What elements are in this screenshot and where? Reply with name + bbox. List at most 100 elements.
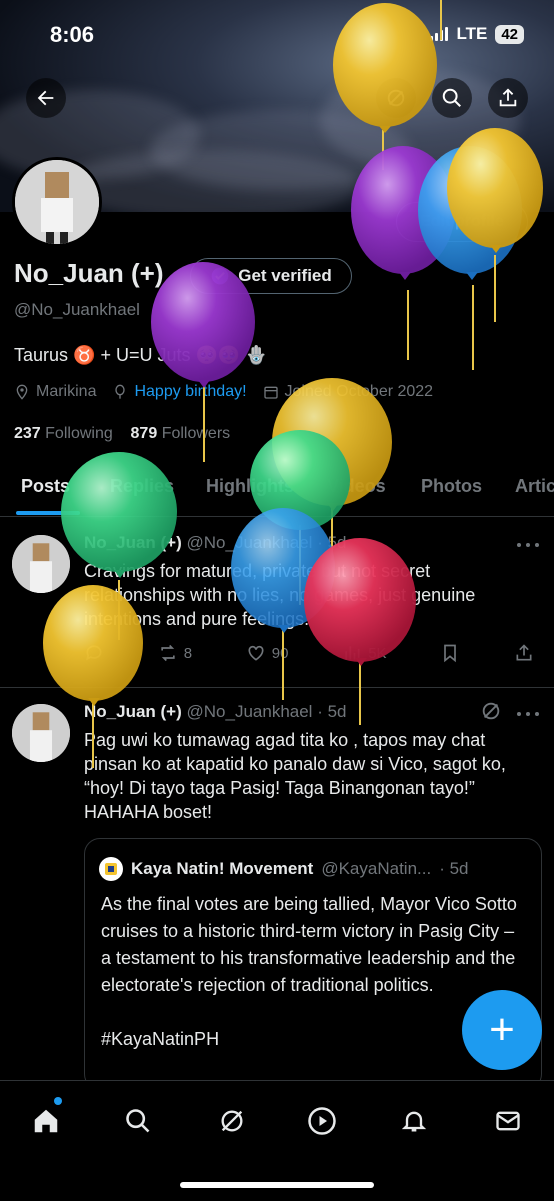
grok-icon[interactable] [480,700,502,722]
reply-icon [86,645,102,661]
profile-handle: @No_Juankhael [14,300,140,319]
compose-post-button[interactable]: + [462,990,542,1070]
nav-video[interactable] [302,1101,342,1141]
search-button[interactable] [432,78,472,118]
post-author-handle: @No_Juankhael [186,533,313,552]
play-icon [308,1107,336,1135]
like-count: 90 [271,644,289,662]
status-bar: 8:06 LTE 42 [0,0,554,70]
edit-profile-button[interactable]: Edit profile [396,202,528,242]
profile-name: No_Juan (+) [14,258,164,288]
more-options-icon[interactable] [516,710,540,718]
get-verified-button[interactable]: Get verified [190,258,352,294]
profile-tabs: Posts Replies Highlights Videos Photos A… [0,464,554,517]
quote-header: Kaya Natin! Movement @KayaNatin... · 5d [99,857,469,881]
post-author-name[interactable]: No_Juan (+) [84,533,182,552]
bell-icon [401,1111,427,1132]
signal-icon [430,27,449,41]
bookmark-icon [444,644,457,663]
arrow-left-icon [37,90,54,106]
post-avatar[interactable] [12,704,70,762]
balloon-icon [115,384,126,399]
avatar-photo [15,160,99,244]
share-icon [516,644,532,661]
get-verified-label: Get verified [238,266,332,285]
status-time: 8:06 [50,22,95,47]
tab-articles[interactable]: Artic [515,476,554,497]
mail-icon [496,1111,520,1131]
repost-icon [161,644,175,662]
repost-button[interactable]: 8 [158,643,192,663]
active-tab-indicator [16,511,80,515]
more-options-icon[interactable] [516,541,540,549]
nav-home[interactable] [26,1101,66,1141]
search-icon [442,88,461,107]
share-icon [499,88,517,107]
post-time: · 5d [317,533,347,552]
bookmark-button[interactable] [440,643,460,663]
tab-replies[interactable]: Replies [110,476,174,497]
post-item[interactable]: No_Juan (+) @No_Juankhael · 5d Cravings … [0,517,554,688]
grok-button[interactable] [376,78,416,118]
post-time: · 5d [317,702,347,721]
profile-avatar[interactable] [12,157,102,247]
post-avatar-photo [12,535,70,593]
nav-notifications[interactable] [394,1101,434,1141]
home-indicator [180,1182,374,1188]
followers-count: 879 [130,425,158,442]
location-icon [16,384,28,400]
views-icon [345,646,360,660]
home-notification-dot [54,1097,62,1105]
battery-icon: 42 [495,24,524,44]
following-count: 237 [14,425,41,442]
post-header: No_Juan (+) @No_Juankhael · 5d [84,702,347,722]
followers-label: Followers [161,425,231,442]
views-button[interactable]: 5K [342,643,387,663]
nav-grok[interactable] [212,1101,252,1141]
tab-photos[interactable]: Photos [421,476,482,497]
followers-link[interactable]: 879 Followers [131,425,231,442]
following-label: Following [45,425,113,442]
quote-time: · 5d [439,859,469,878]
post-author-handle: @No_Juankhael [186,702,313,721]
post-author-name[interactable]: No_Juan (+) [84,702,182,721]
quote-hashtag[interactable]: #KayaNatinPH [101,1026,521,1053]
verified-badge-icon [211,267,229,285]
repost-count: 8 [183,644,193,662]
post-actions: 8 90 5K [84,643,534,663]
like-button[interactable]: 90 [246,643,289,663]
following-link[interactable]: 237 Following [14,425,113,442]
quote-text: As the final votes are being tallied, Ma… [101,891,521,1053]
kaya-natin-logo-icon [99,857,123,881]
post-text: Pag uwi ko tumawag agad tita ko , tapos … [84,730,506,822]
profile-location: Marikina [36,383,97,400]
quote-author-handle: @KayaNatin... [321,859,432,878]
back-button[interactable] [26,78,66,118]
home-icon [34,1109,58,1133]
share-button[interactable] [488,78,528,118]
quote-body: As the final votes are being tallied, Ma… [101,894,517,995]
search-icon [126,1109,150,1133]
status-right: LTE 42 [430,24,524,44]
reply-button[interactable] [84,643,104,663]
quote-author-name: Kaya Natin! Movement [131,859,314,878]
post-header: No_Juan (+) @No_Juankhael · 5d [84,533,347,553]
grok-icon [387,89,405,107]
post-avatar[interactable] [12,535,70,593]
profile-joined: Joined October 2022 [284,383,434,400]
tab-posts[interactable]: Posts [21,476,70,497]
nav-search[interactable] [118,1101,158,1141]
nav-messages[interactable] [488,1101,528,1141]
birthday-link[interactable]: Happy birthday! [134,383,246,401]
grok-icon [221,1110,243,1132]
post-avatar-photo [12,704,70,762]
network-label: LTE [456,24,488,43]
share-post-button[interactable] [514,643,534,663]
tab-highlights[interactable]: Highlights [206,476,294,497]
tab-videos[interactable]: Videos [327,476,386,497]
calendar-icon [263,386,278,399]
profile-meta: Marikina Happy birthday! Joined October … [14,383,433,401]
view-count: 5K [368,644,387,662]
follow-stats: 237 Following 879 Followers [14,425,230,443]
profile-bio: Taurus ♉ + U=U Juts 🥺🥹 🪬 [14,345,268,365]
